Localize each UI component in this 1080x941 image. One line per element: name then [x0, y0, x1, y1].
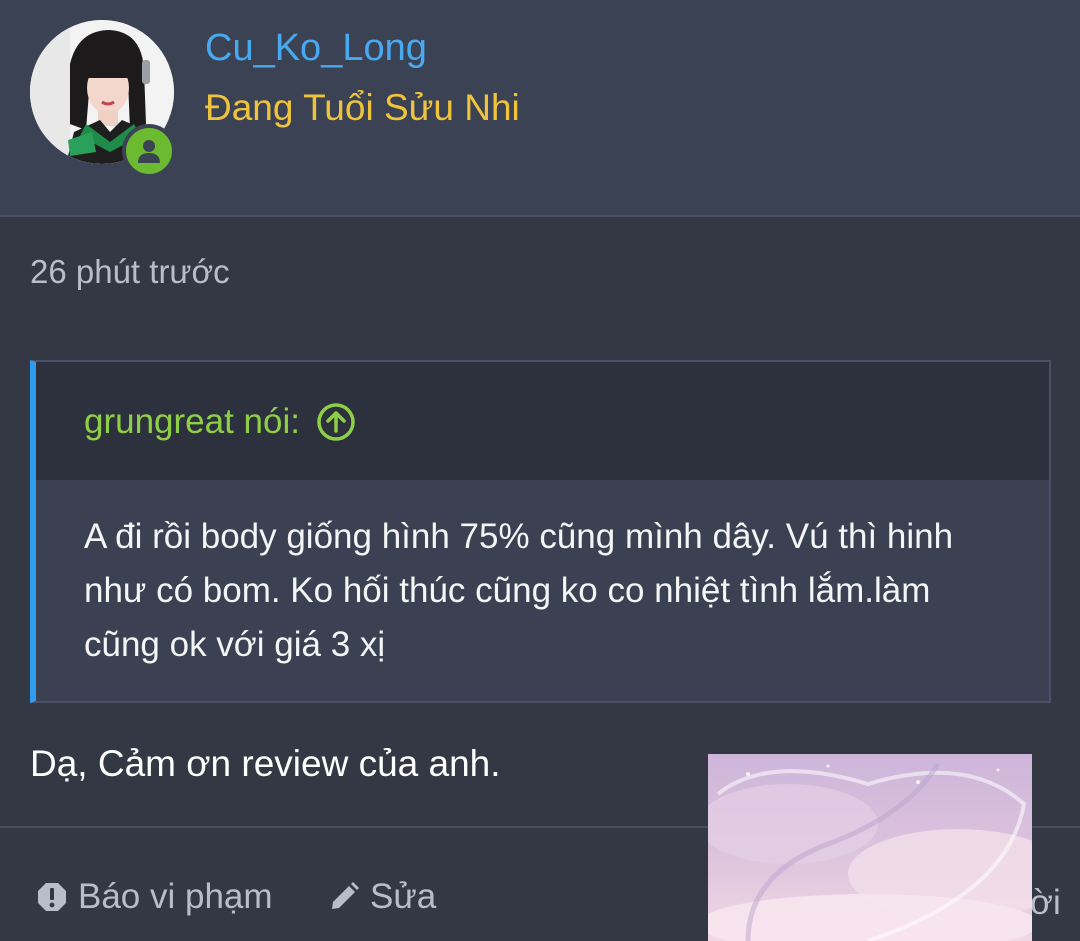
arrow-up-circle-icon[interactable] — [316, 402, 356, 442]
quote-text: A đi rồi body giống hình 75% cũng mình d… — [84, 517, 954, 664]
edit-label: Sửa — [370, 877, 437, 916]
avatar-container[interactable] — [30, 20, 176, 178]
report-label: Báo vi phạm — [78, 877, 273, 916]
username-link[interactable]: Cu_Ko_Long — [205, 26, 427, 70]
post-timestamp[interactable]: 26 phút trước — [30, 252, 230, 292]
quote-header: grungreat nói: — [36, 362, 1049, 480]
more-action-label[interactable]: ời — [1030, 880, 1061, 926]
quote-author-link[interactable]: grungreat nói: — [84, 400, 356, 444]
report-button[interactable]: Báo vi phạm — [36, 874, 273, 920]
user-online-icon — [122, 124, 176, 178]
quote-block: grungreat nói: A đi rồi body giống hình … — [30, 360, 1051, 703]
post-page: Cu_Ko_Long Đang Tuổi Sửu Nhi 26 phút trư… — [0, 0, 1080, 941]
exclamation-icon — [38, 883, 66, 911]
quote-author-label: grungreat nói: — [84, 402, 300, 441]
edit-button[interactable]: Sửa — [328, 874, 436, 920]
pastel-heart-artwork — [708, 754, 1032, 941]
post-content: Dạ, Cảm ơn review của anh. — [30, 743, 501, 784]
floating-overlay-image[interactable] — [708, 754, 1032, 941]
user-header: Cu_Ko_Long Đang Tuổi Sửu Nhi — [0, 0, 1080, 217]
user-title: Đang Tuổi Sửu Nhi — [205, 87, 520, 128]
pencil-icon — [332, 882, 359, 909]
